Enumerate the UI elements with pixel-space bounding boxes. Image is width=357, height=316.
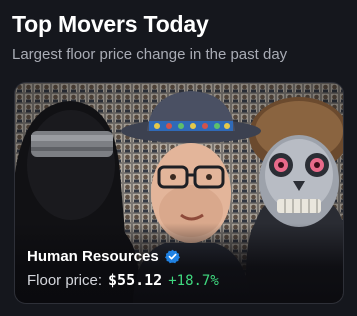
collection-name-row: Human Resources bbox=[27, 248, 219, 265]
verified-badge-icon bbox=[164, 249, 180, 264]
floor-price-value: $55.12 bbox=[108, 271, 163, 289]
collection-card[interactable]: Human Resources Floor price: $55.12 +18.… bbox=[14, 82, 344, 304]
card-info: Human Resources Floor price: $55.12 +18.… bbox=[27, 248, 219, 289]
floor-price-label: Floor price: bbox=[27, 272, 103, 289]
collection-name[interactable]: Human Resources bbox=[27, 248, 159, 265]
top-movers-widget: Top Movers Today Largest floor price cha… bbox=[0, 0, 357, 316]
floor-price-row: Floor price: $55.12 +18.7% bbox=[27, 271, 219, 289]
price-change-percent: +18.7% bbox=[168, 273, 219, 289]
widget-subtitle: Largest floor price change in the past d… bbox=[12, 46, 288, 63]
widget-title: Top Movers Today bbox=[12, 11, 209, 37]
